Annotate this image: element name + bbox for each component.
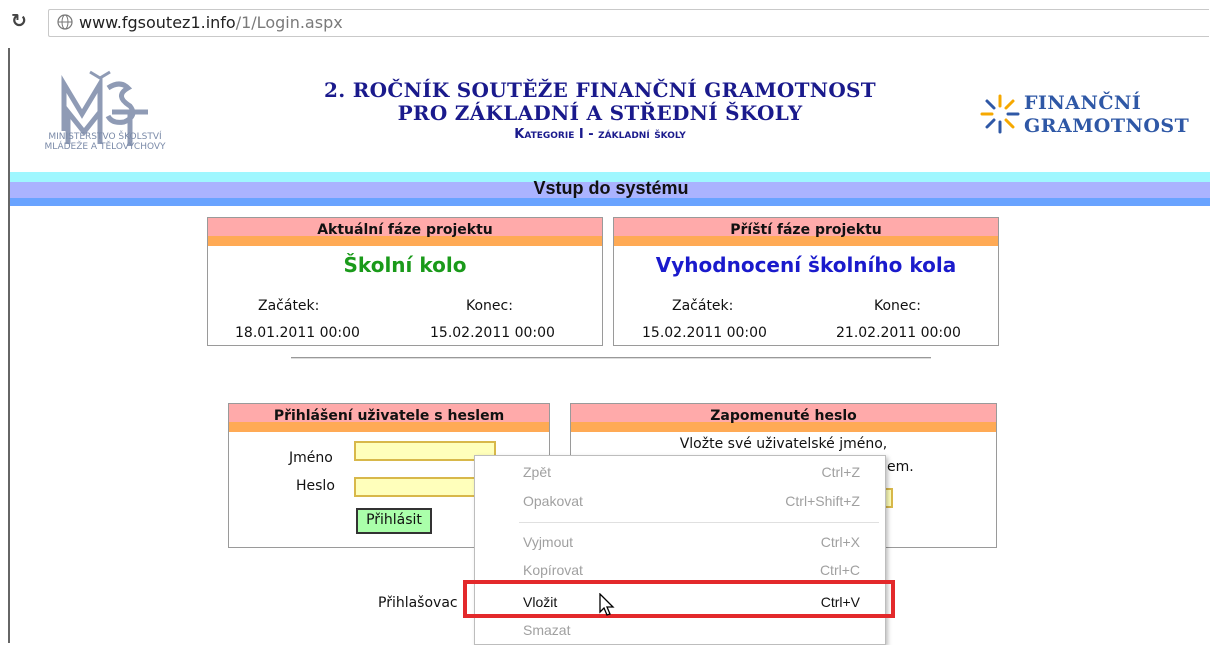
url-text: www.fgsoutez1.info/1/Login.aspx [79, 13, 343, 32]
page-header: MINISTERSTVO ŠKOLSTVÍ MLÁDEŽE A TĚLOVÝCH… [10, 48, 1210, 170]
page-title-line-2: PRO ZÁKLADNÍ A STŘEDNÍ ŠKOLY [397, 101, 803, 125]
next-phase-start-label: Začátek: [672, 298, 734, 314]
password-label: Heslo [296, 478, 335, 494]
menu-item-undo[interactable]: Zpět Ctrl+Z [475, 460, 885, 484]
msmt-caption-line-1: MINISTERSTVO ŠKOLSTVÍ [48, 132, 162, 142]
menu-item-label: Smazat [523, 622, 571, 638]
current-phase-start-label: Začátek: [258, 298, 320, 314]
menu-item-label: Kopírovat [523, 562, 583, 578]
menu-separator [519, 522, 879, 523]
next-phase-end-label: Konec: [874, 298, 921, 314]
menu-item-cut[interactable]: Vyjmout Ctrl+X [475, 530, 885, 554]
msmt-logo-caption: MINISTERSTVO ŠKOLSTVÍ MLÁDEŽE A TĚLOVÝCH… [10, 132, 200, 152]
section-bar-bottom [10, 198, 1210, 206]
forgot-password-header: Zapomenuté heslo [571, 404, 996, 432]
financni-gramotnost-logo: FINANČNÍ GRAMOTNOST [980, 88, 1210, 150]
forgot-password-instruction: Vložte své uživatelské jméno, [679, 436, 888, 452]
next-phase-end: 21.02.2011 00:00 [836, 325, 961, 341]
menu-item-shortcut: Ctrl+X [820, 534, 860, 550]
star-burst-icon [980, 94, 1020, 134]
login-header: Přihlášení uživatele s heslem [229, 404, 549, 432]
current-phase-end-label: Konec: [466, 298, 513, 314]
current-phase-name: Školní kolo [343, 253, 467, 277]
login-heading: Přihlášení uživatele s heslem [273, 408, 505, 424]
menu-item-label: Vyjmout [523, 534, 574, 550]
next-phase-start: 15.02.2011 00:00 [642, 325, 767, 341]
menu-item-label: Zpět [523, 464, 552, 480]
menu-item-shortcut: Ctrl+Z [821, 464, 861, 480]
fg-logo-line-2: GRAMOTNOST [1024, 115, 1190, 137]
reload-icon[interactable]: ↻ [8, 10, 30, 32]
next-phase-header: Příští fáze projektu [614, 218, 998, 246]
forgot-password-instruction-cont: em. [887, 459, 914, 475]
current-phase-heading: Aktuální fáze projektu [317, 222, 493, 238]
login-button[interactable]: Přihlásit [356, 508, 432, 534]
page-globe-icon [57, 14, 73, 30]
fg-logo-line-1: FINANČNÍ [1024, 92, 1142, 114]
msmt-caption-line-2: MLÁDEŽE A TĚLOVÝCHOVY [44, 142, 166, 152]
menu-item-shortcut: Ctrl+C [819, 562, 860, 578]
section-title: Vstup do systému [533, 178, 689, 198]
url-path: /1/Login.aspx [235, 13, 343, 32]
url-host: www.fgsoutez1.info [79, 13, 236, 32]
menu-item-delete[interactable]: Smazat [475, 618, 885, 642]
next-phase-heading: Příští fáze projektu [730, 222, 882, 238]
current-phase-header: Aktuální fáze projektu [208, 218, 602, 246]
highlight-box [463, 580, 895, 618]
menu-item-redo[interactable]: Opakovat Ctrl+Shift+Z [475, 489, 885, 513]
page-subtitle: Kategorie I - základní školy [514, 127, 686, 142]
current-phase-end: 15.02.2011 00:00 [430, 325, 555, 341]
next-phase-name: Vyhodnocení školního kola [655, 253, 957, 277]
current-phase-start: 18.01.2011 00:00 [235, 325, 360, 341]
menu-item-label: Opakovat [523, 493, 583, 509]
current-phase-panel: Aktuální fáze projektu Školní kolo Začát… [207, 217, 603, 346]
next-phase-panel: Příští fáze projektu Vyhodnocení školníh… [613, 217, 999, 346]
forgot-password-heading: Zapomenuté heslo [710, 408, 857, 424]
login-info-text: Přihlašovac [378, 595, 458, 611]
page-title-line-1: 2. ROČNÍK SOUTĚŽE FINANČNÍ GRAMOTNOST [324, 78, 876, 102]
menu-item-shortcut: Ctrl+Shift+Z [785, 493, 860, 509]
address-bar[interactable]: www.fgsoutez1.info/1/Login.aspx [48, 9, 1209, 37]
username-label: Jméno [289, 450, 333, 466]
mouse-cursor-icon [599, 593, 615, 616]
divider-line [291, 357, 931, 359]
browser-toolbar: ↻ www.fgsoutez1.info/1/Login.aspx [0, 0, 1210, 50]
menu-item-copy[interactable]: Kopírovat Ctrl+C [475, 558, 885, 582]
